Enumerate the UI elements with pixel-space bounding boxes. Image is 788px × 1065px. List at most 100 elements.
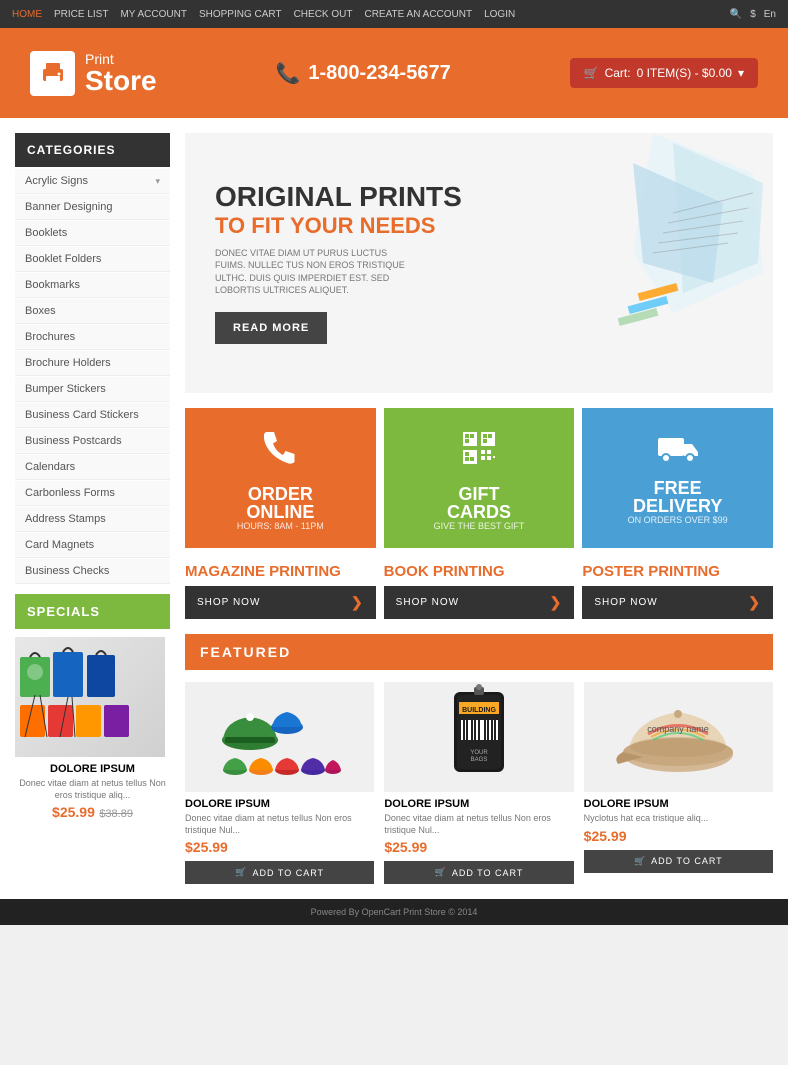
product-image-3: company name [584,682,773,792]
hero-text: ORIGINAL PRINTS TO FIT YOUR NEEDS DONEC … [185,152,492,374]
product-card-1: DOLORE IPSUM Donec vitae diam at netus t… [185,682,374,884]
magazine-title: MAGAZINE PRINTING [185,563,376,580]
sidebar-item-carbonless[interactable]: Carbonless Forms [15,481,170,506]
printing-book: BOOK PRINTING SHOP NOW ❯ [384,563,575,619]
feature-gift-cards[interactable]: GIFTCARDS GIVE THE BEST GIFT [384,408,575,548]
poster-title: POSTER PRINTING [582,563,773,580]
sidebar-item-biz-card-stickers[interactable]: Business Card Stickers [15,403,170,428]
featured-header: FEATURED [185,634,773,670]
add-to-cart-3[interactable]: 🛒 ADD TO CART [584,850,773,873]
gift-cards-title: GIFTCARDS [447,485,511,521]
specials-product-image [15,637,165,757]
phone-feature-icon [258,426,302,479]
nav-cart[interactable]: SHOPPING CART [199,9,282,20]
product-3-price: $25.99 [584,828,773,844]
nav-checkout[interactable]: CHECK OUT [294,9,353,20]
sidebar: CATEGORIES Acrylic Signs ▾ Banner Design… [15,133,170,884]
product-1-desc: Donec vitae diam at netus tellus Non ero… [185,813,374,836]
product-2-title: DOLORE IPSUM [384,798,573,810]
logo[interactable]: Print Store [30,51,157,96]
sidebar-item-biz-postcards[interactable]: Business Postcards [15,429,170,454]
sidebar-item-banner[interactable]: Banner Designing [15,195,170,220]
currency: $ [750,9,756,20]
phone-icon: 📞 [275,61,300,86]
product-2-price: $25.99 [384,839,573,855]
free-delivery-title: FREEDELIVERY [633,479,722,515]
footer-text: Powered By OpenCart Print Store © 2014 [311,907,478,917]
book-title: BOOK PRINTING [384,563,575,580]
main-wrapper: CATEGORIES Acrylic Signs ▾ Banner Design… [0,118,788,899]
book-shop-now[interactable]: SHOP NOW ❯ [384,586,575,619]
language[interactable]: En [764,9,776,20]
nav-home[interactable]: HOME [12,9,42,20]
hero-subtitle: TO FIT YOUR NEEDS [215,213,462,239]
product-image-1 [185,682,374,792]
sidebar-item-bookmarks[interactable]: Bookmarks [15,273,170,298]
cart-button[interactable]: 🛒 Cart: 0 ITEM(S) - $0.00 ▾ [570,58,758,88]
product-1-title: DOLORE IPSUM [185,798,374,810]
sidebar-item-brochures[interactable]: Brochures [15,325,170,350]
categories-header: CATEGORIES [15,133,170,167]
top-bar: HOME PRICE LIST MY ACCOUNT SHOPPING CART… [0,0,788,28]
sidebar-item-bumper[interactable]: Bumper Stickers [15,377,170,402]
logo-text: Print Store [85,51,157,95]
feature-boxes: ORDERONLINE HOURS: 8AM - 11PM [185,408,773,548]
printing-sections: MAGAZINE PRINTING SHOP NOW ❯ BOOK PRINTI… [185,563,773,619]
order-online-title: ORDERONLINE [246,485,314,521]
hero-image [473,133,773,393]
poster-arrow: ❯ [748,594,761,611]
footer: Powered By OpenCart Print Store © 2014 [0,899,788,925]
magazine-shop-now[interactable]: SHOP NOW ❯ [185,586,376,619]
product-card-3: company name DOLORE IPSUM Nyclotus hat e… [584,682,773,884]
sidebar-item-address-stamps[interactable]: Address Stamps [15,507,170,532]
content: ORIGINAL PRINTS TO FIT YOUR NEEDS DONEC … [170,133,773,884]
nav-myaccount[interactable]: MY ACCOUNT [120,9,187,20]
specials-product: DOLORE IPSUM Donec vitae diam at netus t… [15,637,170,822]
sidebar-item-card-magnets[interactable]: Card Magnets [15,533,170,558]
nav-createaccount[interactable]: CREATE AN ACCOUNT [364,9,472,20]
sidebar-item-brochure-holders[interactable]: Brochure Holders [15,351,170,376]
header-phone: 📞 1-800-234-5677 [275,61,450,86]
sidebar-item-calendars[interactable]: Calendars [15,455,170,480]
product-image-2: BUILDING YOUR BAGS [384,682,573,792]
truck-feature-icon [656,431,700,473]
product-3-desc: Nyclotus hat eca tristique aliq... [584,813,773,825]
sidebar-item-biz-checks[interactable]: Business Checks [15,559,170,584]
feature-order-online[interactable]: ORDERONLINE HOURS: 8AM - 11PM [185,408,376,548]
cart-icon-2: 🛒 [435,867,447,878]
feature-free-delivery[interactable]: FREEDELIVERY ON ORDERS OVER $99 [582,408,773,548]
specials-product-title: DOLORE IPSUM [15,763,170,775]
book-arrow: ❯ [550,594,563,611]
sidebar-item-booklets[interactable]: Booklets [15,221,170,246]
nav-pricelist[interactable]: PRICE LIST [54,9,108,20]
sidebar-item-booklet-folders[interactable]: Booklet Folders [15,247,170,272]
header: Print Store 📞 1-800-234-5677 🛒 Cart: 0 I… [0,28,788,118]
add-to-cart-1[interactable]: 🛒 ADD TO CART [185,861,374,884]
printer-icon [39,59,67,87]
read-more-button[interactable]: READ MORE [215,312,327,344]
printing-magazine: MAGAZINE PRINTING SHOP NOW ❯ [185,563,376,619]
search-icon[interactable]: 🔍 [730,9,742,20]
cart-icon: 🛒 [584,66,599,80]
add-to-cart-2[interactable]: 🛒 ADD TO CART [384,861,573,884]
product-card-2: BUILDING YOUR BAGS [384,682,573,884]
product-3-title: DOLORE IPSUM [584,798,773,810]
svg-text:YOUR: YOUR [470,750,488,756]
specials-banner[interactable]: SPECIALS [15,594,170,629]
sidebar-item-acrylic[interactable]: Acrylic Signs ▾ [15,169,170,194]
qr-feature-icon [457,426,501,479]
magazine-arrow: ❯ [351,594,364,611]
cart-items: 0 ITEM(S) - $0.00 [637,66,732,80]
featured-products: DOLORE IPSUM Donec vitae diam at netus t… [185,682,773,884]
phone-number: 1-800-234-5677 [308,62,450,85]
svg-text:BUILDING: BUILDING [462,707,496,714]
cart-label: Cart: [605,66,631,80]
nav-login[interactable]: LOGIN [484,9,515,20]
top-bar-right: 🔍 $ En [730,9,776,20]
chevron-icon: ▾ [155,176,160,187]
poster-shop-now[interactable]: SHOP NOW ❯ [582,586,773,619]
top-nav: HOME PRICE LIST MY ACCOUNT SHOPPING CART… [12,9,515,20]
svg-text:BAGS: BAGS [471,757,488,763]
sidebar-item-boxes[interactable]: Boxes [15,299,170,324]
specials-price: $25.99 [52,804,95,820]
